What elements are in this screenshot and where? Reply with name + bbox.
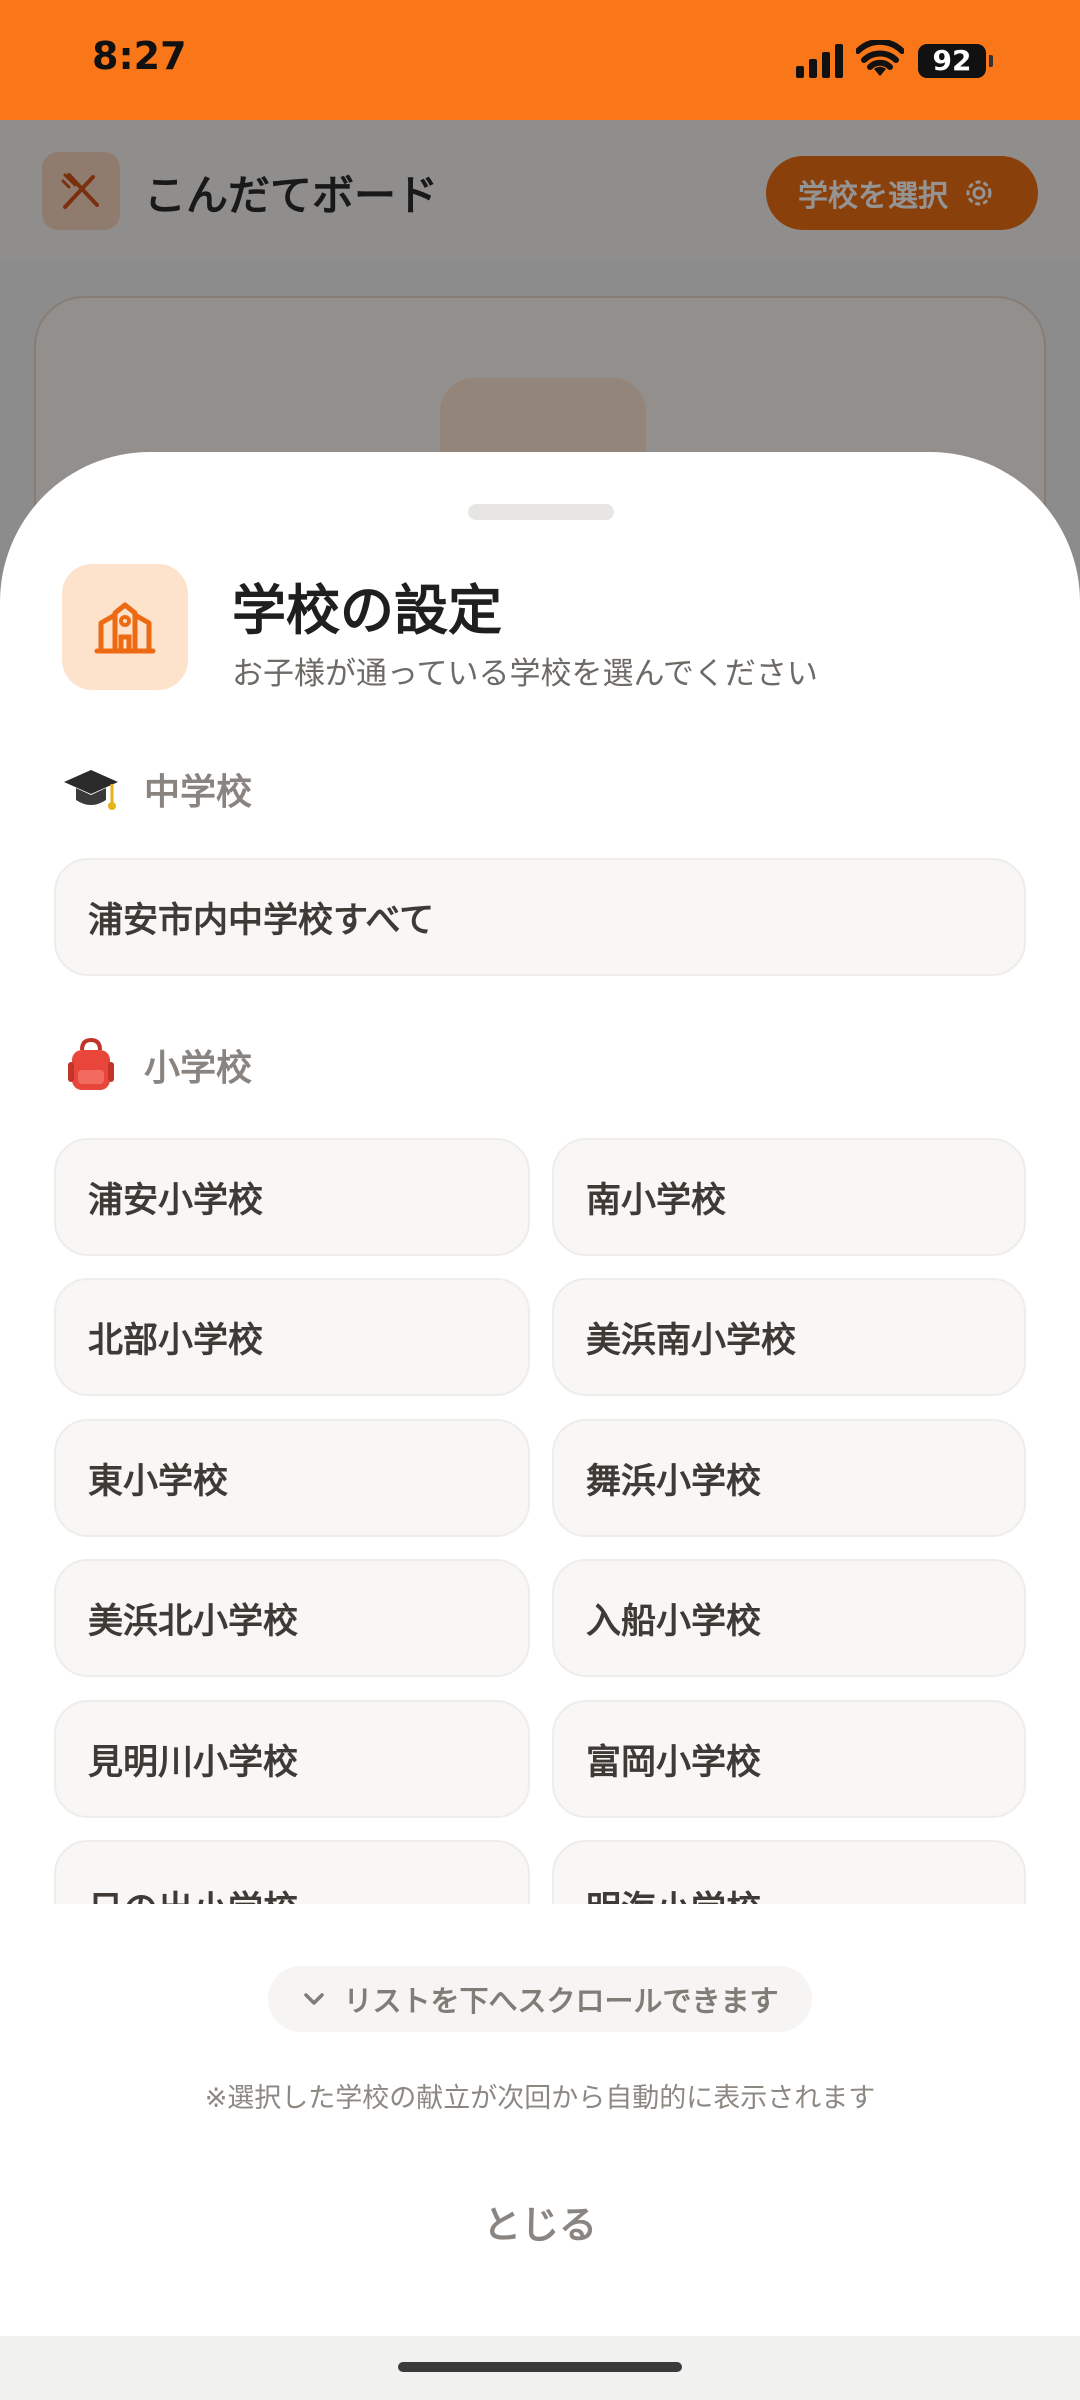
school-option-label: 東小学校 (88, 1461, 229, 1502)
school-option-label: 入船小学校 (586, 1601, 762, 1642)
status-time: 8:27 (92, 34, 187, 78)
scroll-hint: リストを下へスクロールできます (268, 1966, 812, 2032)
status-bar: 8:27 92 (0, 0, 1080, 120)
school-option[interactable]: 東小学校 (54, 1419, 530, 1537)
scroll-hint-text: リストを下へスクロールできます (343, 1984, 779, 2018)
school-option[interactable]: 北部小学校 (54, 1278, 530, 1396)
chevron-down-icon (304, 1993, 325, 2005)
school-option-label: 富岡小学校 (586, 1742, 762, 1783)
school-option[interactable]: 美浜北小学校 (54, 1559, 530, 1677)
selection-note: ※選択した学校の献立が次回から自動的に表示されます (204, 2083, 876, 2114)
backpack-icon (68, 1037, 114, 1090)
school-option-label: 南小学校 (586, 1180, 727, 1221)
school-option[interactable]: 美浜南小学校 (552, 1278, 1026, 1396)
close-button[interactable]: とじる (390, 2180, 690, 2270)
sheet-subtitle: お子様が通っている学校を選んでください (232, 656, 818, 692)
school-option-all-middle-schools[interactable]: 浦安市内中学校すべて (54, 858, 1026, 976)
school-option[interactable]: 見明川小学校 (54, 1700, 530, 1818)
home-indicator[interactable] (398, 2362, 682, 2372)
school-option-label: 舞浜小学校 (586, 1461, 762, 1502)
school-option[interactable]: 舞浜小学校 (552, 1419, 1026, 1537)
school-option[interactable]: 浦安小学校 (54, 1138, 530, 1256)
wifi-icon (856, 40, 904, 76)
sheet-drag-handle[interactable] (468, 504, 614, 520)
battery-indicator: 92 (918, 44, 993, 78)
school-option-label: 美浜北小学校 (88, 1601, 299, 1642)
school-option-label: 浦安小学校 (88, 1180, 264, 1221)
sheet-title: 学校の設定 (232, 579, 502, 642)
middle-school-label: 中学校 (144, 772, 253, 813)
school-option[interactable]: 富岡小学校 (552, 1700, 1026, 1818)
school-option-label: 美浜南小学校 (586, 1320, 797, 1361)
school-option-label: 北部小学校 (88, 1320, 264, 1361)
school-option[interactable]: 南小学校 (552, 1138, 1026, 1256)
elementary-school-label: 小学校 (144, 1048, 253, 1089)
cellular-signal-icon (796, 44, 844, 78)
school-option-label: 見明川小学校 (88, 1742, 299, 1783)
school-icon (62, 564, 188, 690)
school-settings-sheet: 学校の設定 お子様が通っている学校を選んでください 中学校 浦安市内中学校すべて… (0, 452, 1080, 2400)
middle-school-section-header: 中学校 (62, 760, 252, 818)
school-option[interactable]: 入船小学校 (552, 1559, 1026, 1677)
elementary-school-section-header: 小学校 (62, 1036, 252, 1094)
school-option-label: 浦安市内中学校すべて (88, 900, 435, 941)
graduation-cap-icon (64, 770, 118, 810)
